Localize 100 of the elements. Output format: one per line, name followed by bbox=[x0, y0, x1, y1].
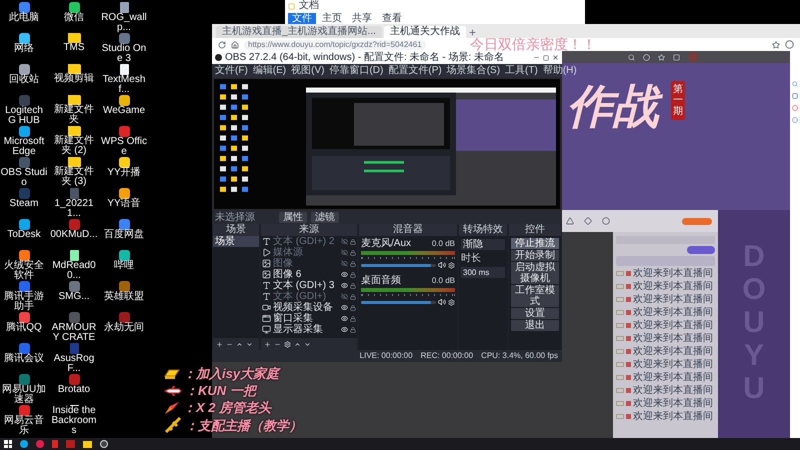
home-icon[interactable] bbox=[231, 40, 239, 48]
hidden-icon[interactable] bbox=[341, 260, 348, 267]
desktop-icon-label[interactable]: 英雄联盟 bbox=[100, 292, 148, 302]
speaker-icon[interactable] bbox=[438, 298, 446, 306]
app-icon[interactable] bbox=[18, 312, 30, 323]
menu-item[interactable]: 工具(T) bbox=[505, 65, 538, 76]
diamond-icon[interactable] bbox=[584, 217, 592, 225]
desktop-icon-label[interactable]: 此电脑 bbox=[0, 13, 48, 23]
file-icon[interactable] bbox=[120, 2, 128, 13]
app-icon[interactable] bbox=[118, 157, 130, 168]
desktop-icon-label[interactable]: 新建文件夹 (3) bbox=[50, 167, 98, 187]
desktop-icon-label[interactable]: 哔哩 bbox=[100, 261, 148, 271]
source-item[interactable]: 视频采集设备 bbox=[273, 302, 339, 313]
file-icon[interactable] bbox=[120, 64, 128, 75]
hidden-icon[interactable] bbox=[341, 238, 348, 245]
desktop-icon-label[interactable]: 视频剪辑 bbox=[50, 74, 98, 84]
source-toolbar-button[interactable]: 滤镜 bbox=[311, 212, 339, 223]
visibility-icon[interactable] bbox=[341, 326, 348, 333]
menu-item[interactable]: 视图(V) bbox=[291, 65, 324, 76]
desktop-icon-label[interactable]: 腾讯QQ bbox=[0, 323, 48, 333]
duration-field[interactable]: 300 ms bbox=[461, 267, 505, 278]
desktop-icon-label[interactable]: 1_202211... bbox=[50, 199, 98, 219]
desktop-icon-label[interactable]: WPS Office bbox=[100, 137, 148, 157]
maximize-icon[interactable] bbox=[543, 54, 549, 60]
desktop-icon-label[interactable]: Microsoft Edge bbox=[0, 137, 48, 157]
app-icon[interactable] bbox=[18, 405, 30, 416]
visibility-icon[interactable] bbox=[341, 304, 348, 311]
move-up-icon[interactable] bbox=[236, 340, 243, 348]
ribbon-tab[interactable]: 文件 bbox=[288, 12, 316, 24]
windows-start-icon[interactable] bbox=[4, 440, 12, 448]
desktop-icon-label[interactable]: TextMeshf... bbox=[100, 75, 148, 95]
app-icon[interactable] bbox=[118, 250, 130, 261]
close-icon[interactable] bbox=[552, 54, 559, 61]
follow-icon[interactable] bbox=[658, 54, 665, 60]
lock-icon[interactable] bbox=[350, 326, 356, 332]
move-down-icon[interactable] bbox=[246, 340, 253, 348]
address-field[interactable]: https://www.douyu.com/topic/gxzdz?rid=5042461 bbox=[244, 40, 426, 50]
desktop-icon-label[interactable]: 00KMuD... bbox=[50, 230, 98, 240]
source-item[interactable]: 窗口采集 bbox=[273, 313, 339, 324]
menu-item[interactable]: 停靠窗口(D) bbox=[329, 65, 384, 76]
hidden-icon[interactable] bbox=[341, 249, 348, 256]
desktop-icon-label[interactable]: ToDesk bbox=[0, 230, 48, 240]
source-item[interactable]: 图像 6 bbox=[273, 269, 339, 280]
app-icon[interactable] bbox=[68, 2, 80, 13]
app-icon[interactable] bbox=[18, 281, 30, 292]
app-icon[interactable] bbox=[18, 64, 30, 75]
app-icon[interactable] bbox=[18, 250, 30, 261]
source-item[interactable]: 图像 bbox=[273, 258, 339, 269]
add-icon[interactable] bbox=[264, 340, 271, 348]
speaker-icon[interactable] bbox=[438, 261, 446, 269]
visibility-icon[interactable] bbox=[341, 282, 348, 289]
control-button[interactable]: 启动虚拟摄像机 bbox=[511, 262, 559, 284]
desktop-icon-label[interactable]: 新建文件夹 bbox=[50, 105, 98, 125]
transition-select[interactable]: 渐隐 bbox=[461, 239, 505, 250]
folder-icon[interactable] bbox=[68, 157, 80, 167]
desktop-icon-label[interactable]: Logitech G HUB bbox=[0, 106, 48, 126]
desktop-icon-label[interactable]: 网易UU加速器 bbox=[0, 385, 48, 405]
desktop-icon-label[interactable]: 百度网盘 bbox=[100, 230, 148, 240]
desktop-icon-label[interactable]: 回收站 bbox=[0, 75, 48, 85]
source-item[interactable]: 文本 (GDI+) 3 bbox=[273, 280, 339, 291]
desktop-icon-label[interactable]: AsusRogF... bbox=[50, 354, 98, 374]
minimize-icon[interactable] bbox=[533, 54, 540, 61]
app-icon[interactable] bbox=[18, 33, 30, 44]
file-icon[interactable] bbox=[70, 250, 78, 261]
app-icon[interactable] bbox=[18, 126, 30, 137]
lock-icon[interactable] bbox=[350, 304, 356, 310]
desktop-icon-label[interactable]: ROG_wallp... bbox=[100, 13, 148, 33]
ribbon-tab[interactable]: 查看 bbox=[378, 12, 406, 24]
desktop-icon-label[interactable]: SMG... bbox=[50, 292, 98, 302]
lock-icon[interactable] bbox=[350, 316, 356, 322]
favorite-icon[interactable] bbox=[772, 40, 780, 48]
hidden-icon[interactable] bbox=[341, 293, 348, 300]
move-up-icon[interactable] bbox=[294, 340, 301, 348]
desktop-icon-label[interactable]: 火绒安全软件 bbox=[0, 261, 48, 281]
menu-item[interactable]: 编辑(E) bbox=[252, 65, 286, 76]
desktop-icon-label[interactable]: Steam bbox=[0, 199, 48, 209]
desktop-icon-label[interactable]: MdRead00... bbox=[50, 261, 98, 281]
app-icon[interactable] bbox=[118, 312, 130, 323]
desktop-icon-label[interactable]: Brotato bbox=[50, 385, 98, 395]
ribbon-tab[interactable]: 共享 bbox=[348, 12, 376, 24]
move-down-icon[interactable] bbox=[304, 340, 311, 348]
folder-icon[interactable] bbox=[83, 440, 92, 448]
folder-icon[interactable] bbox=[68, 33, 80, 43]
menu-item[interactable]: 配置文件(P) bbox=[388, 65, 442, 76]
folder-icon[interactable] bbox=[68, 95, 80, 105]
lock-icon[interactable] bbox=[350, 238, 356, 244]
visibility-icon[interactable] bbox=[341, 315, 348, 322]
ribbon-tab[interactable]: 主页 bbox=[318, 12, 346, 24]
add-icon[interactable] bbox=[216, 340, 223, 348]
visibility-icon[interactable] bbox=[341, 271, 348, 278]
app-icon[interactable] bbox=[118, 281, 130, 292]
desktop-icon-label[interactable]: 微信 bbox=[50, 13, 98, 23]
desktop-icon-label[interactable]: ARMOURY CRATE bbox=[50, 323, 98, 343]
desktop-icon-label[interactable]: 腾讯会议 bbox=[0, 354, 48, 364]
lock-icon[interactable] bbox=[350, 272, 356, 278]
desktop-icon-label[interactable]: WeGame bbox=[100, 106, 148, 116]
lock-icon[interactable] bbox=[350, 282, 356, 288]
desktop-icon-label[interactable]: 新建文件夹 (2) bbox=[50, 136, 98, 156]
lock-icon[interactable] bbox=[350, 294, 356, 300]
settings-icon[interactable] bbox=[448, 262, 455, 268]
